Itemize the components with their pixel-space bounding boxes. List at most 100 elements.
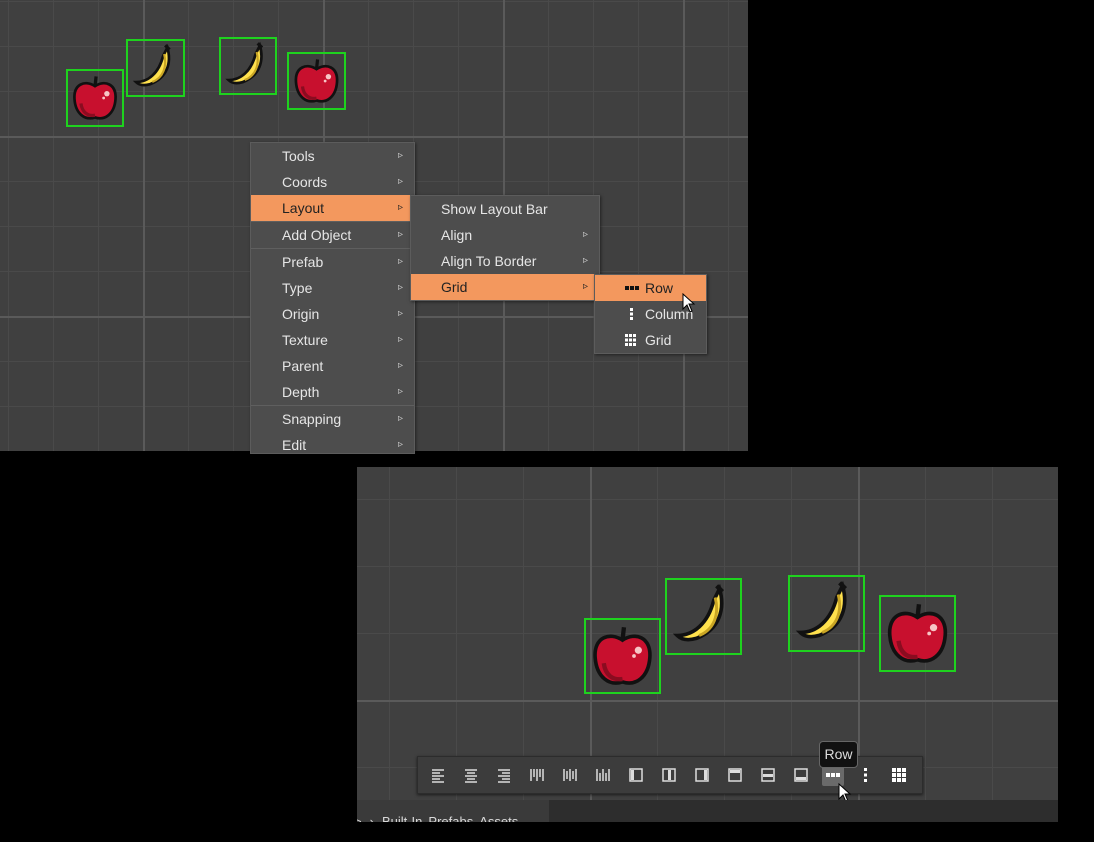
menu-item-grid[interactable]: Grid ▹ [411,274,599,300]
align-right-icon [498,769,510,783]
menu-item-label: Snapping [282,411,342,427]
grid-column-icon [864,768,867,782]
menu-item-parent[interactable]: Parent ▹ [251,353,414,379]
menu-item-align[interactable]: Align ▹ [411,222,599,248]
menu-item-tools[interactable]: Tools ▹ [251,143,414,169]
menu-item-label: Row [645,280,674,296]
row-tooltip: Row [819,741,858,768]
context-menu: Tools ▹ Coords ▹ Layout ▹ Add Object ▹ Prefa… [250,142,415,454]
menu-item-label: Edit [282,437,307,453]
menu-item-edit[interactable]: Edit ▹ [251,432,414,458]
menu-item-label: Layout [282,200,325,216]
menu-item-label: Texture [282,332,328,348]
menu-item-label: Grid [645,332,672,348]
column-dots-icon [630,308,633,320]
breadcrumb-item-assets[interactable]: Assets [479,814,518,822]
align-top-icon [530,769,544,781]
align-middle-icon [563,769,577,781]
align-border-center-icon [662,768,676,782]
apple-sprite[interactable] [66,69,124,127]
menu-item-label: Align To Border [441,253,537,269]
menu-item-type[interactable]: Type ▹ [251,275,414,301]
menu-item-label: Depth [282,384,320,400]
breadcrumb-chevron-icon: › [369,814,374,822]
apple-sprite[interactable] [584,618,661,694]
grid-grid-button[interactable] [888,764,910,786]
menu-item-depth[interactable]: Depth ▹ [251,379,414,405]
menu-item-label: Prefab [282,254,324,270]
banana-sprite[interactable] [665,578,742,655]
row-dots-icon [625,286,639,290]
menu-item-label: Grid [441,279,468,295]
menu-item-label: Parent [282,358,324,374]
apple-sprite[interactable] [879,595,956,672]
align-border-left-button[interactable] [625,764,647,786]
menu-item-show-layout-bar[interactable]: Show Layout Bar [411,196,599,222]
menu-item-layout[interactable]: Layout ▹ [251,195,414,221]
align-border-bottom-icon [794,768,808,782]
grid-column-button[interactable] [855,764,877,786]
bottom-panel-strip: > › Built-In Prefabs Assets [357,800,1058,822]
apple-sprite[interactable] [287,52,346,110]
align-border-right-button[interactable] [691,764,713,786]
submenu-arrow-icon: ▹ [397,439,403,450]
align-border-right-icon [695,768,709,782]
align-left-icon [432,769,444,783]
breadcrumb-item-prefabs[interactable]: Prefabs [428,814,473,822]
align-border-left-icon [629,768,643,782]
menu-item-align-to-border[interactable]: Align To Border ▹ [411,248,599,274]
submenu-arrow-icon: ▹ [397,334,403,345]
mouse-cursor-icon [682,293,696,313]
submenu-arrow-icon: ▹ [397,256,403,267]
layout-submenu: Show Layout Bar Align ▹ Align To Border ▹ … [410,195,600,301]
grid-dots-icon [625,334,636,346]
menu-item-texture[interactable]: Texture ▹ [251,327,414,353]
menu-item-label: Show Layout Bar [441,201,548,217]
submenu-arrow-icon: ▹ [582,229,588,240]
align-border-middle-button[interactable] [757,764,779,786]
submenu-arrow-icon: ▹ [397,360,403,371]
align-center-button[interactable] [460,764,482,786]
align-border-top-icon [728,768,742,782]
menu-item-label: Tools [282,148,315,164]
align-top-button[interactable] [526,764,548,786]
menu-item-grid-layout[interactable]: Grid [595,327,706,353]
banana-sprite[interactable] [126,39,185,97]
menu-item-label: Type [282,280,313,296]
submenu-arrow-icon: ▹ [397,150,403,161]
align-border-bottom-button[interactable] [790,764,812,786]
menu-item-label: Align [441,227,473,243]
grid-grid-icon [892,768,906,782]
submenu-arrow-icon: ▹ [397,386,403,397]
align-center-icon [465,769,477,783]
submenu-arrow-icon: ▹ [397,176,403,187]
menu-item-label: Origin [282,306,320,322]
align-border-top-button[interactable] [724,764,746,786]
breadcrumb-item-built-in[interactable]: Built-In [382,814,422,822]
submenu-arrow-icon: ▹ [397,308,403,319]
submenu-arrow-icon: ▹ [397,413,403,424]
banana-sprite[interactable] [788,575,865,652]
submenu-arrow-icon: ▹ [397,282,403,293]
menu-item-origin[interactable]: Origin ▹ [251,301,414,327]
submenu-arrow-icon: ▹ [582,255,588,266]
breadcrumb-chevron-icon: > [357,814,362,822]
submenu-arrow-icon: ▹ [397,202,403,213]
menu-item-label: Coords [282,174,328,190]
menu-item-coords[interactable]: Coords ▹ [251,169,414,195]
menu-item-add-object[interactable]: Add Object ▹ [251,222,414,248]
align-bottom-icon [596,769,610,781]
grid-submenu: Row Column Grid [594,274,707,354]
align-border-center-button[interactable] [658,764,680,786]
align-left-button[interactable] [427,764,449,786]
align-right-button[interactable] [493,764,515,786]
align-middle-button[interactable] [559,764,581,786]
submenu-arrow-icon: ▹ [582,281,588,292]
menu-item-label: Add Object [282,227,352,243]
banana-sprite[interactable] [219,37,277,95]
menu-item-snapping[interactable]: Snapping ▹ [251,406,414,432]
submenu-arrow-icon: ▹ [397,229,403,240]
align-border-middle-icon [761,768,775,782]
align-bottom-button[interactable] [592,764,614,786]
menu-item-prefab[interactable]: Prefab ▹ [251,249,414,275]
